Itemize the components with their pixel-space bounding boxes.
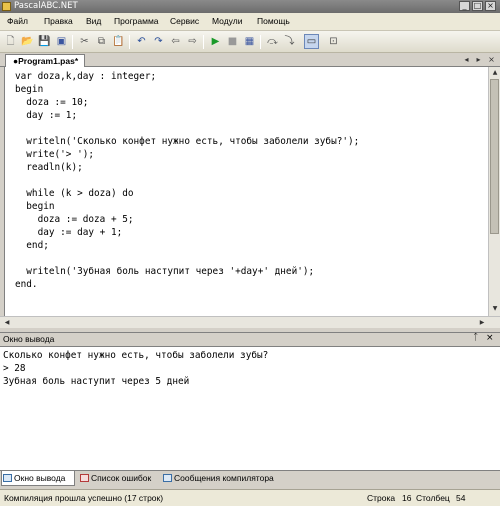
tab-scroll-left-icon[interactable]: ◂: [462, 55, 471, 65]
toolbar: 🗋 📂 💾 ▣ ✂ ⧉ 📋 ↶ ↷ ⇦ ⇨ ▶ ■ ▦ ⤼ ⤵ ▭ ⊡: [0, 31, 500, 53]
step-over-icon[interactable]: ⤼: [265, 34, 280, 49]
redo-icon[interactable]: ↷: [151, 34, 166, 49]
output-panel-header: Окно вывода ᛏ ×: [0, 332, 500, 346]
output-line: Сколько конфет нужно есть, чтобы заболел…: [3, 350, 269, 361]
scroll-right-icon[interactable]: ▶: [477, 317, 487, 328]
code-line: write('> ');: [15, 149, 95, 160]
code-line: var doza,k,day : integer;: [15, 71, 157, 82]
code-line: day := day + 1;: [15, 227, 123, 238]
output-window-icon[interactable]: ▭: [304, 34, 319, 49]
status-line-label: Строка: [367, 493, 396, 503]
open-folder-icon[interactable]: 📂: [20, 34, 35, 49]
output-window-icon: [3, 474, 12, 482]
tab-error-list[interactable]: Список ошибок: [79, 471, 163, 486]
pin-icon[interactable]: ᛏ: [473, 333, 478, 343]
tab-close-icon[interactable]: ×: [487, 55, 496, 65]
code-line: day := 1;: [15, 110, 78, 121]
status-message: Компиляция прошла успешно (17 строк): [4, 493, 164, 503]
tab-compiler-messages-label: Сообщения компилятора: [174, 473, 274, 483]
menu-file[interactable]: Файл: [7, 16, 28, 26]
app-icon: [2, 2, 11, 11]
output-panel[interactable]: Сколько конфет нужно есть, чтобы заболел…: [0, 346, 500, 470]
form-designer-icon[interactable]: ⊡: [326, 34, 341, 49]
compile-icon[interactable]: ▦: [242, 34, 257, 49]
undo-icon[interactable]: ↶: [134, 34, 149, 49]
code-line: while (k > doza) do: [15, 188, 134, 199]
code-line: writeln('Зубная боль наступит через '+da…: [15, 266, 315, 277]
editor-vertical-scrollbar[interactable]: ▲ ▼: [488, 67, 500, 316]
scroll-up-icon[interactable]: ▲: [490, 68, 500, 78]
maximize-button[interactable]: □: [472, 1, 483, 11]
paste-icon[interactable]: 📋: [111, 34, 126, 49]
compiler-messages-icon: [163, 474, 172, 482]
tab-error-list-label: Список ошибок: [91, 473, 152, 483]
menu-view[interactable]: Вид: [86, 16, 101, 26]
editor-horizontal-scrollbar[interactable]: ◀ ▶: [0, 316, 500, 328]
navigate-back-icon[interactable]: ⇦: [168, 34, 183, 49]
copy-icon[interactable]: ⧉: [94, 34, 109, 49]
run-icon[interactable]: ▶: [208, 34, 223, 49]
scrollbar-thumb[interactable]: [490, 79, 499, 234]
menu-modules[interactable]: Модули: [212, 16, 242, 26]
menu-service[interactable]: Сервис: [170, 16, 199, 26]
scroll-left-icon[interactable]: ◀: [2, 317, 12, 328]
tab-scroll-right-icon[interactable]: ▸: [474, 55, 483, 65]
status-column-label: Столбец: [416, 493, 450, 503]
navigate-forward-icon[interactable]: ⇨: [185, 34, 200, 49]
step-into-icon[interactable]: ⤵: [282, 34, 297, 49]
save-icon[interactable]: 💾: [37, 34, 52, 49]
code-line: readln(k);: [15, 162, 83, 173]
code-line: end.: [15, 279, 38, 290]
error-list-icon: [80, 474, 89, 482]
output-line: Зубная боль наступит через 5 дней: [3, 376, 190, 387]
code-line: end;: [15, 240, 49, 251]
editor-tab-bar: ●Program1.pas* ◂ ▸ ×: [0, 53, 500, 67]
code-line: begin: [15, 201, 55, 212]
tab-output-window-label: Окно вывода: [14, 473, 66, 483]
code-editor[interactable]: var doza,k,day : integer; begin doza := …: [4, 67, 488, 316]
title-bar: PascalABC.NET _ □ ×: [0, 0, 500, 13]
stop-icon[interactable]: ■: [225, 34, 240, 49]
tab-compiler-messages[interactable]: Сообщения компилятора: [162, 471, 282, 486]
output-line: > 28: [3, 363, 26, 374]
close-panel-icon[interactable]: ×: [486, 333, 494, 343]
cut-icon[interactable]: ✂: [77, 34, 92, 49]
minimize-button[interactable]: _: [459, 1, 470, 11]
code-line: doza := 10;: [15, 97, 89, 108]
menu-help[interactable]: Помощь: [257, 16, 290, 26]
status-line-value: 16: [402, 493, 412, 503]
close-window-button[interactable]: ×: [485, 1, 496, 11]
tab-program1[interactable]: ●Program1.pas*: [5, 54, 85, 67]
status-column-value: 54: [456, 493, 466, 503]
bottom-tab-bar: Окно вывода Список ошибок Сообщения комп…: [0, 470, 500, 486]
new-file-icon[interactable]: 🗋: [3, 34, 18, 49]
menu-edit[interactable]: Правка: [44, 16, 73, 26]
output-panel-title: Окно вывода: [3, 334, 55, 344]
menu-bar: Файл Правка Вид Программа Сервис Модули …: [0, 13, 500, 31]
tab-output-window[interactable]: Окно вывода: [1, 471, 75, 486]
window-title: PascalABC.NET: [14, 1, 78, 11]
code-line: writeln('Сколько конфет нужно есть, чтоб…: [15, 136, 360, 147]
menu-program[interactable]: Программа: [114, 16, 159, 26]
save-all-icon[interactable]: ▣: [54, 34, 69, 49]
status-bar: Компиляция прошла успешно (17 строк) Стр…: [0, 489, 500, 506]
code-line: doza := doza + 5;: [15, 214, 134, 225]
scroll-down-icon[interactable]: ▼: [490, 304, 500, 314]
code-line: begin: [15, 84, 44, 95]
